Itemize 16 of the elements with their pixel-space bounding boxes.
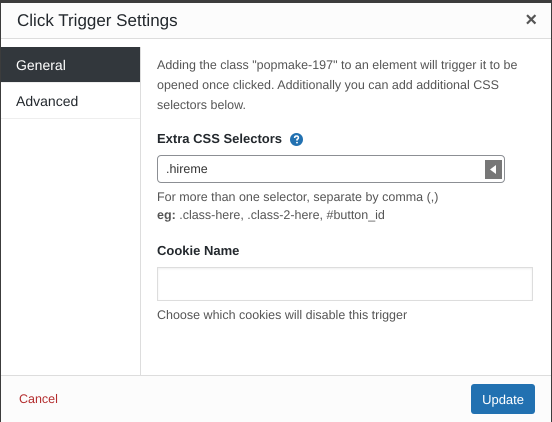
cancel-link[interactable]: Cancel — [19, 392, 58, 406]
update-button[interactable]: Update — [471, 384, 535, 414]
field-label: Extra CSS Selectors — [157, 130, 282, 148]
input-field[interactable] — [157, 267, 533, 301]
selector-field[interactable]: .hireme — [157, 155, 505, 183]
help-icon[interactable] — [290, 132, 304, 146]
caret-icon[interactable] — [485, 160, 502, 178]
field-description: For more than one selector, separate by comma (,) — [157, 189, 440, 206]
intro-text: Adding the class "popmake-197" to an element will trigger it to be opened once clicked. Additionally you can add additional CSS selectors below. — [157, 57, 518, 114]
sidebar-tab[interactable]: General — [1, 47, 140, 83]
sidebar-tab[interactable]: Advanced — [1, 83, 140, 119]
field-label: Cookie Name — [157, 242, 240, 260]
close-button[interactable]: × — [523, 9, 539, 32]
example-text: eg: .class-here, .class-2-here, #button_id — [157, 207, 386, 224]
field-description: Choose which cookies will disable this trigger — [157, 307, 408, 324]
dialog-title: Click Trigger Settings — [17, 10, 178, 30]
